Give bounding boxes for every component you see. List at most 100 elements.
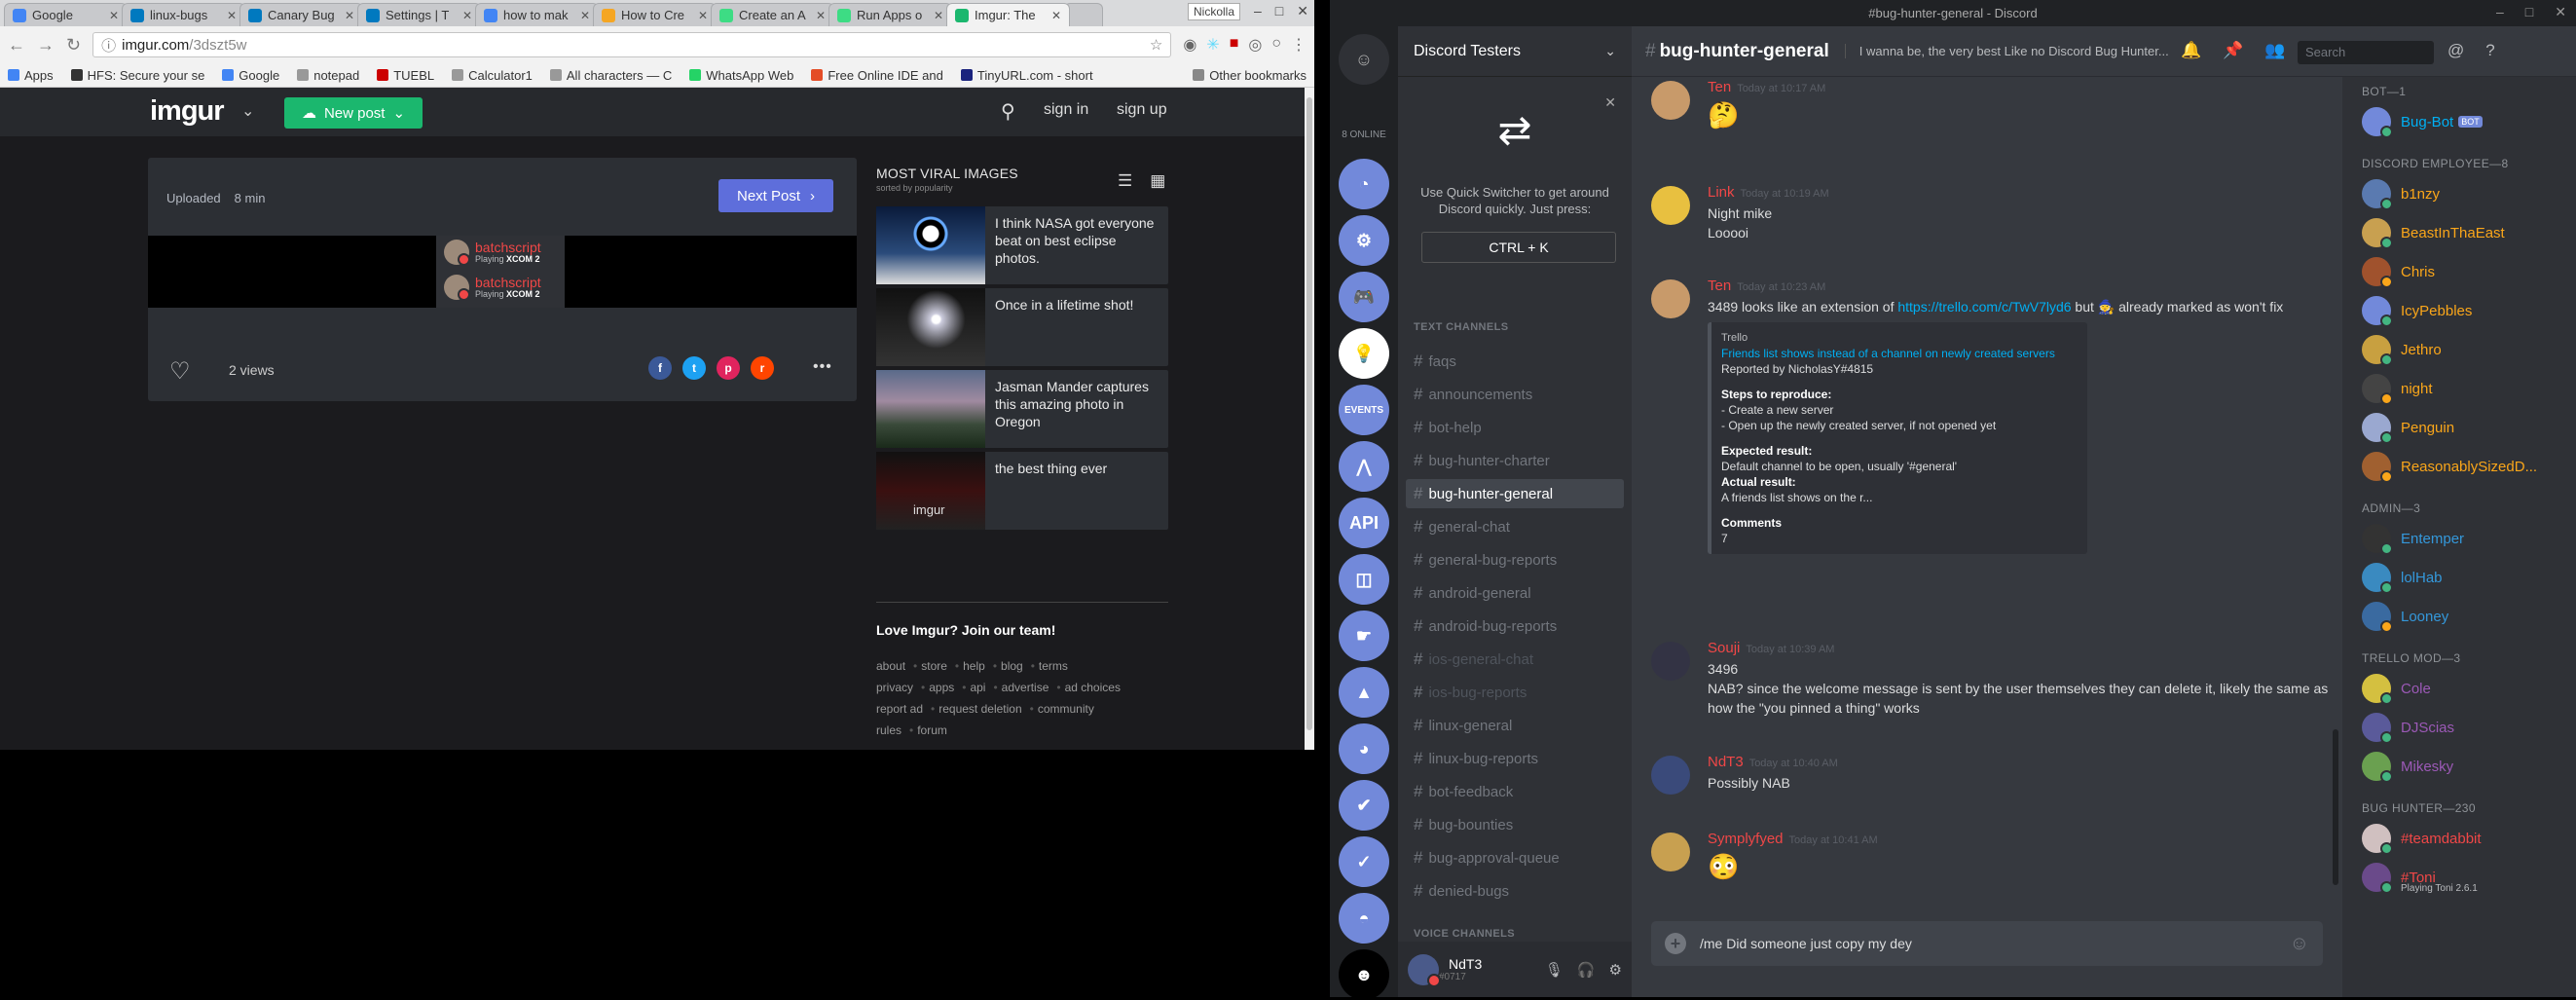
message-input-text[interactable]: /me Did someone just copy my dey [1700, 936, 2290, 951]
server-icon[interactable]: ✓ [1339, 836, 1389, 887]
close-icon[interactable]: ✕ [2555, 4, 2566, 20]
footer-link[interactable]: terms [1039, 659, 1068, 673]
member-item[interactable]: b1nzy [2362, 176, 2566, 211]
imgur-logo[interactable]: imgur [150, 95, 225, 128]
channel-item-faqs[interactable]: # faqs [1406, 347, 1624, 376]
close-tab-icon[interactable]: ✕ [227, 9, 237, 22]
search-input[interactable]: Search [2298, 41, 2434, 64]
join-heading[interactable]: Love Imgur? Join our team! [876, 622, 1168, 638]
upload-icon[interactable]: + [1665, 933, 1686, 954]
member-item[interactable]: Cole [2362, 671, 2566, 706]
viral-caption[interactable]: Once in a lifetime shot! [995, 296, 1162, 314]
server-icon[interactable]: ◔ [1339, 159, 1389, 209]
channel-item-general-bug-reports[interactable]: # general-bug-reports [1406, 545, 1624, 574]
viral-caption[interactable]: Jasman Mander captures this amazing phot… [995, 378, 1162, 430]
member-item[interactable]: Mikesky [2362, 749, 2566, 784]
footer-link[interactable]: ad choices [1065, 681, 1121, 694]
channel-item-bug-hunter-charter[interactable]: # bug-hunter-charter [1406, 446, 1624, 475]
member-item[interactable]: #Toni Playing Toni 2.6.1 [2362, 860, 2566, 895]
channel-item-linux-bug-reports[interactable]: # linux-bug-reports [1406, 744, 1624, 773]
channel-item-ios-bug-reports[interactable]: # ios-bug-reports [1406, 678, 1624, 707]
profile-button[interactable]: Nickolla [1187, 3, 1240, 20]
close-tab-icon[interactable]: ✕ [580, 9, 590, 22]
avatar[interactable] [1651, 186, 1690, 225]
mention-icon[interactable]: @ [2447, 41, 2464, 60]
bookmark-item[interactable]: TUEBL [377, 68, 434, 83]
sign-in-link[interactable]: sign in [1044, 101, 1088, 119]
bookmark-item[interactable]: Apps [8, 68, 54, 83]
channel-item-denied-bugs[interactable]: # denied-bugs [1406, 876, 1624, 906]
member-item[interactable]: DJScias [2362, 710, 2566, 745]
member-item[interactable]: night [2362, 371, 2566, 406]
message-input[interactable]: + /me Did someone just copy my dey ☺ [1651, 921, 2323, 966]
share-r-icon[interactable]: r [751, 356, 774, 380]
channel-item-bug-bounties[interactable]: # bug-bounties [1406, 810, 1624, 839]
server-icon[interactable]: ✔ [1339, 780, 1389, 831]
viral-thumbnail[interactable] [876, 288, 985, 366]
channel-item-ios-general-chat[interactable]: # ios-general-chat [1406, 645, 1624, 674]
search-icon[interactable]: ⚲ [1001, 99, 1015, 124]
author-name[interactable]: Link [1708, 184, 1735, 201]
browser-tab[interactable]: Imgur: The ✕ [946, 3, 1070, 26]
microphone-icon[interactable]: 🎙 [1545, 961, 1564, 979]
new-post-button[interactable]: ☁ New post ⌄ [284, 97, 423, 129]
avatar[interactable] [1651, 833, 1690, 871]
channel-item-bot-feedback[interactable]: # bot-feedback [1406, 777, 1624, 806]
extension-icon[interactable]: ○ [1271, 35, 1281, 55]
next-post-button[interactable]: Next Post › [718, 179, 833, 212]
bookmark-item[interactable]: Google [222, 68, 279, 83]
footer-link[interactable]: forum [917, 723, 947, 737]
share-f-icon[interactable]: f [648, 356, 672, 380]
members-icon[interactable]: 👥 [2264, 41, 2285, 60]
channel-item-linux-general[interactable]: # linux-general [1406, 711, 1624, 740]
page-scrollbar[interactable] [1305, 88, 1314, 750]
member-item[interactable]: BeastInThaEast [2362, 215, 2566, 250]
more-icon[interactable]: ••• [813, 358, 832, 376]
viral-item[interactable]: Once in a lifetime shot! [876, 288, 1168, 366]
other-bookmarks[interactable]: Other bookmarks [1193, 68, 1306, 83]
server-icon[interactable]: API [1339, 498, 1389, 548]
channel-item-bug-hunter-general[interactable]: # bug-hunter-general [1406, 479, 1624, 508]
bookmark-item[interactable]: TinyURL.com - short [960, 68, 1093, 83]
gear-icon[interactable]: ⚙ [1609, 961, 1622, 979]
channel-item-android-bug-reports[interactable]: # android-bug-reports [1406, 611, 1624, 641]
channel-item-bot-help[interactable]: # bot-help [1406, 413, 1624, 442]
channel-item-bug-approval-queue[interactable]: # bug-approval-queue [1406, 843, 1624, 872]
viral-caption[interactable]: I think NASA got everyone beat on best e… [995, 214, 1162, 267]
extension-icon[interactable]: ■ [1230, 35, 1239, 55]
footer-link[interactable]: report ad [876, 702, 923, 716]
server-icon[interactable]: EVENTS [1339, 385, 1389, 435]
browser-tab[interactable]: Google ✕ [4, 3, 128, 26]
minimize-icon[interactable]: – [1254, 3, 1262, 20]
bookmark-item[interactable]: HFS: Secure your se [70, 68, 204, 83]
footer-link[interactable]: api [970, 681, 985, 694]
avatar[interactable] [1408, 953, 1441, 987]
footer-link[interactable]: request deletion [938, 702, 1021, 716]
author-name[interactable]: Souji [1708, 640, 1740, 656]
footer-link[interactable]: apps [929, 681, 954, 694]
help-icon[interactable]: ? [2485, 41, 2494, 60]
member-item[interactable]: Penguin [2362, 410, 2566, 445]
heart-icon[interactable]: ♡ [169, 357, 191, 386]
avatar[interactable] [1651, 642, 1690, 681]
bookmark-item[interactable]: Calculator1 [452, 68, 533, 83]
browser-tab[interactable]: How to Cre ✕ [593, 3, 717, 26]
close-tab-icon[interactable]: ✕ [1051, 9, 1061, 22]
server-icon[interactable]: ⚙ [1339, 215, 1389, 266]
star-icon[interactable]: ☆ [1150, 36, 1162, 54]
maximize-icon[interactable]: □ [1275, 3, 1283, 20]
footer-link[interactable]: about [876, 659, 905, 673]
reload-icon[interactable]: ↻ [66, 35, 81, 56]
react-icon[interactable]: ✳ [1206, 35, 1219, 55]
chat-scrollbar[interactable] [2333, 77, 2338, 905]
server-icon[interactable]: ◕ [1339, 723, 1389, 774]
avatar[interactable] [1651, 756, 1690, 795]
bookmark-item[interactable]: Free Online IDE and [811, 68, 943, 83]
member-item[interactable]: ReasonablySizedD... [2362, 449, 2566, 484]
close-tab-icon[interactable]: ✕ [698, 9, 708, 22]
bell-icon[interactable]: 🔔 [2181, 41, 2201, 60]
footer-link[interactable]: store [921, 659, 947, 673]
minimize-icon[interactable]: – [2496, 4, 2504, 20]
close-tab-icon[interactable]: ✕ [934, 9, 943, 22]
member-item[interactable]: Bug-Bot BOT [2362, 104, 2566, 139]
